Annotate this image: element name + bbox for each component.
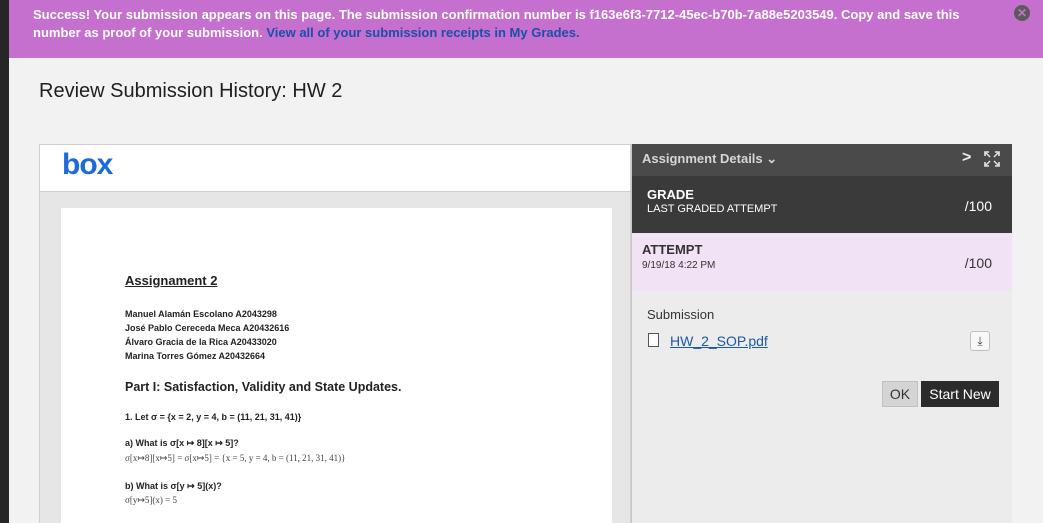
chevron-right-icon[interactable]: > — [962, 149, 971, 167]
document-viewer[interactable]: box Assignament 2 Manuel Alamán Escolano… — [39, 144, 631, 523]
grade-label: GRADE — [647, 187, 694, 202]
doc-question: 1. Let σ = {x = 2, y = 4, b = (11, 21, 3… — [125, 412, 302, 422]
panel-title: Assignment Details — [642, 151, 763, 166]
document-page: Assignament 2 Manuel Alamán Escolano A20… — [61, 208, 612, 523]
doc-author: José Pablo Cereceda Meca A20432616 — [125, 323, 290, 333]
doc-question: a) What is σ[x ↦ 8][x ↦ 5]? — [125, 438, 239, 448]
download-button[interactable]: ⤓ — [970, 331, 990, 351]
doc-question: b) What is σ[y ↦ 5](x)? — [125, 481, 222, 491]
panel-header: Assignment Details ⌄ > — [632, 144, 1012, 176]
start-new-button[interactable]: Start New — [921, 381, 999, 407]
file-icon — [648, 333, 659, 347]
doc-answer: σ[y↦5](x) = 5 — [125, 495, 177, 505]
download-icon: ⤓ — [977, 334, 983, 348]
viewer-header: box — [40, 145, 630, 192]
attempt-date: 9/19/18 4:22 PM — [642, 260, 716, 271]
doc-part-title: Part I: Satisfaction, Validity and State… — [125, 380, 402, 394]
submission-label: Submission — [647, 307, 715, 322]
box-logo: box — [62, 148, 113, 181]
assignment-details-panel: Assignment Details ⌄ > GRADE LAST GRADED… — [631, 144, 1012, 523]
doc-heading: Assignament 2 — [125, 273, 218, 288]
ok-button[interactable]: OK — [882, 381, 918, 407]
page-title: Review Submission History: HW 2 — [39, 80, 343, 102]
success-banner: Success! Your submission appears on this… — [9, 0, 1043, 58]
grade-sublabel: LAST GRADED ATTEMPT — [647, 203, 778, 215]
attempt-value: /100 — [964, 255, 992, 271]
assignment-details-toggle[interactable]: Assignment Details ⌄ — [642, 151, 777, 167]
grade-value: /100 — [964, 198, 992, 214]
doc-author: Álvaro Gracia de la Rica A20433020 — [125, 337, 277, 347]
grade-section: GRADE LAST GRADED ATTEMPT /100 — [632, 176, 1012, 233]
expand-icon[interactable] — [984, 151, 1000, 167]
chevron-down-icon: ⌄ — [766, 151, 778, 166]
my-grades-link[interactable]: View all of your submission receipts in … — [266, 25, 579, 40]
close-icon[interactable]: ✕ — [1014, 5, 1030, 21]
attempt-section[interactable]: ATTEMPT 9/19/18 4:22 PM /100 — [632, 233, 1012, 291]
left-edge-strip — [0, 0, 9, 523]
doc-answer: σ[x↦8][x↦5] = σ[x↦5] = {x = 5, y = 4, b … — [125, 453, 346, 463]
doc-author: Marina Torres Gómez A20432664 — [125, 351, 266, 361]
submission-file-link[interactable]: HW_2_SOP.pdf — [670, 333, 768, 349]
doc-author: Manuel Alamán Escolano A2043298 — [125, 309, 277, 319]
attempt-label: ATTEMPT — [642, 242, 703, 257]
